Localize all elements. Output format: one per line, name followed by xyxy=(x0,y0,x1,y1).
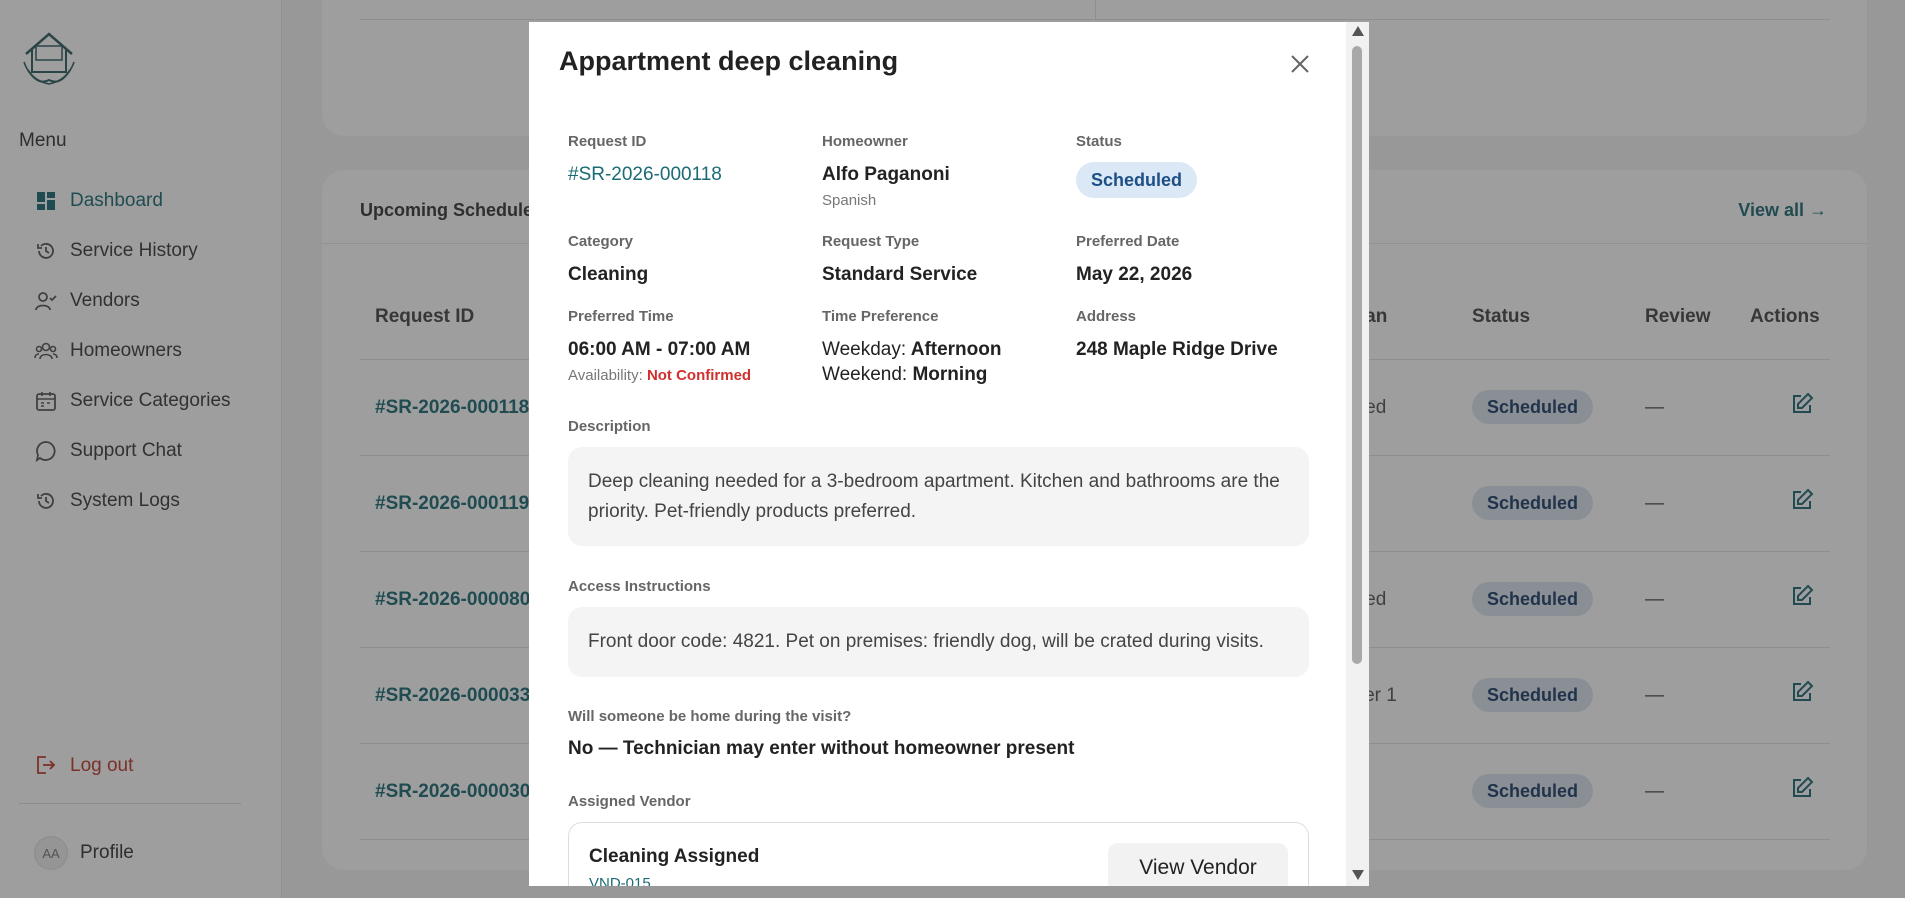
assigned-vendor-label: Assigned Vendor xyxy=(568,793,691,810)
scroll-down-arrow-icon[interactable] xyxy=(1352,870,1364,880)
scroll-up-arrow-icon[interactable] xyxy=(1352,26,1364,36)
view-vendor-button[interactable]: View Vendor xyxy=(1108,843,1288,886)
address-label: Address xyxy=(1076,308,1137,325)
home-during-visit-value: No — Technician may enter without homeow… xyxy=(568,738,1075,759)
weekend-line: Weekend: Morning xyxy=(822,364,987,386)
request-details-modal: Appartment deep cleaning Request ID #SR-… xyxy=(529,22,1369,886)
request-type-label: Request Type xyxy=(822,233,920,250)
request-id-label: Request ID xyxy=(568,133,647,150)
preferred-date-value: May 22, 2026 xyxy=(1076,264,1193,285)
vendor-card: Cleaning Assigned VND-015 View Vendor xyxy=(568,822,1309,886)
request-type-value: Standard Service xyxy=(822,264,978,285)
category-label: Category xyxy=(568,233,634,250)
modal-title: Appartment deep cleaning xyxy=(559,46,899,76)
category-value: Cleaning xyxy=(568,264,649,285)
access-instructions-text: Front door code: 4821. Pet on premises: … xyxy=(568,607,1309,677)
weekday-label: Weekday: xyxy=(822,339,907,360)
weekend-label: Weekend: xyxy=(822,364,908,385)
status-badge: Scheduled xyxy=(1076,162,1198,198)
availability-value: Not Confirmed xyxy=(646,367,752,384)
status-label: Status xyxy=(1076,133,1122,150)
weekday-line: Weekday: Afternoon xyxy=(822,339,1001,361)
homeowner-label: Homeowner xyxy=(822,133,908,150)
access-instructions-label: Access Instructions xyxy=(568,578,711,595)
vendor-name: Cleaning Assigned xyxy=(589,846,760,867)
home-during-visit-label: Will someone be home during the visit? xyxy=(568,708,852,725)
close-icon[interactable] xyxy=(1285,49,1315,79)
preferred-time-label: Preferred Time xyxy=(568,308,674,325)
address-value: 248 Maple Ridge Drive xyxy=(1076,339,1278,360)
vendor-id[interactable]: VND-015 xyxy=(589,875,651,886)
availability-line: Availability: Not Confirmed xyxy=(568,367,751,384)
description-label: Description xyxy=(568,418,651,435)
homeowner-language: Spanish xyxy=(822,192,877,209)
request-id-link[interactable]: #SR-2026-000118 xyxy=(568,164,722,186)
preferred-time-value: 06:00 AM - 07:00 AM xyxy=(568,339,751,360)
description-text: Deep cleaning needed for a 3-bedroom apa… xyxy=(568,447,1309,546)
weekday-value: Afternoon xyxy=(910,339,1002,360)
scrollbar-thumb[interactable] xyxy=(1352,46,1362,664)
preferred-date-label: Preferred Date xyxy=(1076,233,1180,250)
availability-label: Availability: xyxy=(568,367,643,384)
time-preference-label: Time Preference xyxy=(822,308,939,325)
weekend-value: Morning xyxy=(912,364,988,385)
modal-scrollbar[interactable] xyxy=(1346,22,1369,886)
homeowner-name: Alfo Paganoni xyxy=(822,164,950,185)
